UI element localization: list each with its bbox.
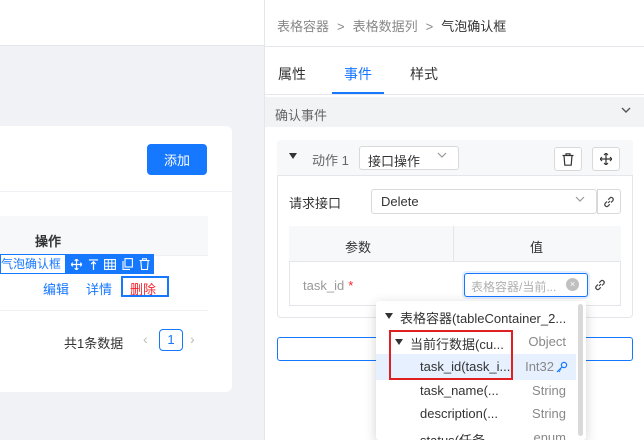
annotation-highlight-box	[389, 330, 513, 380]
pagination-current-page[interactable]: 1	[159, 329, 183, 351]
tab-styles[interactable]: 样式	[410, 64, 438, 84]
copy-icon[interactable]	[120, 257, 134, 271]
chevron-down-icon	[437, 150, 447, 163]
required-mark: *	[348, 278, 354, 293]
tree-node-label: status(任务...	[420, 430, 496, 440]
pagination-prev-button[interactable]: ‹	[143, 331, 148, 347]
dropdown-scrollbar[interactable]	[578, 304, 583, 436]
selected-component-label[interactable]: 气泡确认框	[0, 254, 67, 274]
tree-node-type: String	[532, 383, 566, 398]
breadcrumb: 表格容器 > 表格数据列 > 气泡确认框	[277, 16, 506, 35]
delete-icon[interactable]	[137, 257, 151, 271]
breadcrumb-item[interactable]: 表格数据列	[353, 19, 418, 34]
row-detail-link[interactable]: 详情	[86, 279, 112, 298]
params-col-param: 参数	[345, 240, 372, 255]
component-selection-toolbar: 气泡确认框	[0, 254, 155, 274]
tree-node-label: task_name(...	[420, 383, 499, 398]
breadcrumb-current: 气泡确认框	[441, 19, 507, 34]
canvas-topbar	[0, 0, 264, 46]
table-header-op: 操作	[35, 234, 62, 249]
breadcrumb-item[interactable]: 表格容器	[277, 19, 329, 34]
section-title: 确认事件	[275, 108, 328, 123]
param-name: task_id *	[303, 278, 353, 293]
breadcrumb-separator: >	[425, 19, 434, 34]
trash-icon	[562, 152, 574, 166]
tab-properties[interactable]: 属性	[278, 64, 306, 84]
selection-tools	[66, 254, 155, 274]
move-icon	[600, 153, 612, 165]
breadcrumb-separator: >	[337, 19, 345, 34]
request-api-link-button[interactable]	[597, 189, 621, 214]
delete-action-button[interactable]	[554, 147, 582, 171]
pagination-next-button[interactable]: ›	[190, 331, 195, 347]
table-icon[interactable]	[103, 257, 117, 271]
params-col-value: 值	[530, 240, 544, 255]
drag-action-button[interactable]	[592, 147, 620, 171]
key-icon	[556, 361, 568, 376]
param-value-placeholder: 表格容器/当前...	[471, 280, 557, 294]
params-table-header	[289, 226, 621, 262]
breadcrumb-divider	[265, 46, 644, 47]
expand-triangle-icon[interactable]	[385, 313, 393, 319]
canvas-area: 添加 操作 气泡确认框 编辑 详情 删除 共1条数据 ‹ 1 ›	[0, 0, 264, 440]
chevron-down-icon	[575, 194, 585, 207]
row-divider	[0, 310, 208, 311]
tree-node-type: Int32	[525, 359, 554, 374]
tree-node-type: enum	[533, 430, 566, 440]
pagination-total: 共1条数据	[64, 336, 124, 351]
align-top-icon[interactable]	[86, 257, 100, 271]
chevron-down-icon[interactable]	[621, 104, 631, 118]
tab-divider	[265, 94, 644, 95]
clear-icon[interactable]: ×	[566, 278, 579, 291]
row-edit-link[interactable]: 编辑	[43, 279, 69, 298]
move-icon[interactable]	[69, 257, 83, 271]
action-label: 动作 1	[312, 153, 349, 168]
row-delete-link[interactable]: 删除	[130, 279, 156, 298]
link-icon	[604, 196, 614, 207]
tree-node-type: String	[532, 406, 566, 421]
tree-node-label: 表格容器(tableContainer_2...	[400, 311, 567, 326]
tab-events[interactable]: 事件	[344, 64, 372, 84]
tree-node-table-container[interactable]: 表格容器(tableContainer_2...	[376, 303, 576, 329]
param-value-link-button[interactable]	[590, 275, 610, 295]
tree-node-type: Object	[528, 334, 566, 349]
request-api-label: 请求接口	[289, 196, 342, 211]
action-type-value: 接口操作	[368, 154, 421, 169]
collapse-triangle-icon[interactable]	[289, 153, 297, 159]
tree-node-status[interactable]: status(任务... enum	[376, 425, 576, 440]
tree-node-label: description(...	[420, 406, 499, 421]
card-divider	[0, 191, 232, 192]
tree-node-description[interactable]: description(... String	[376, 401, 576, 427]
param-name-text: task_id	[303, 278, 345, 293]
params-table-col-divider	[453, 226, 454, 262]
request-api-value: Delete	[381, 194, 419, 209]
add-button[interactable]: 添加	[147, 144, 207, 175]
table-header-row	[0, 216, 208, 256]
link-icon	[595, 279, 605, 291]
